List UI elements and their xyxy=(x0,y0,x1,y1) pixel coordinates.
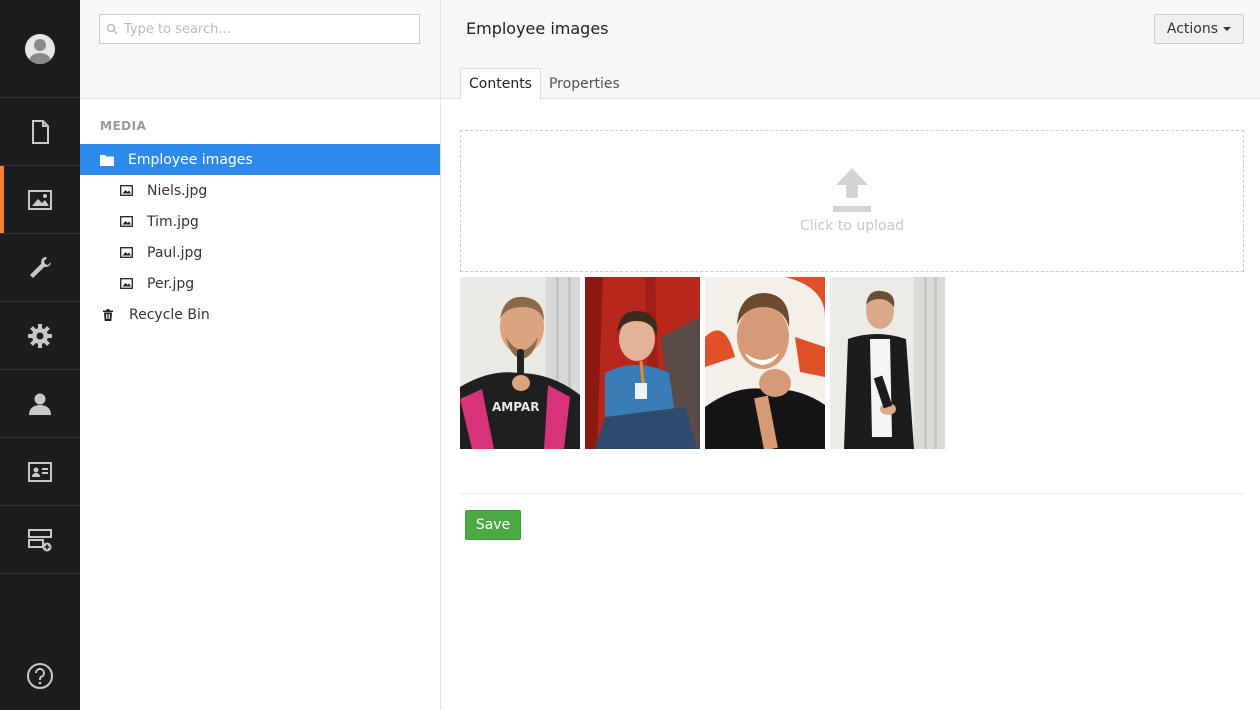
id-card-icon xyxy=(28,461,52,482)
user-icon xyxy=(29,393,51,415)
tree-section-title: MEDIA xyxy=(100,119,147,133)
help-icon xyxy=(27,663,53,689)
media-icon xyxy=(28,189,52,210)
photo-tim-image xyxy=(585,277,700,449)
section-media[interactable] xyxy=(0,166,80,234)
thumbnail-per[interactable] xyxy=(830,277,945,449)
section-members[interactable] xyxy=(0,438,80,506)
tab-contents[interactable]: Contents xyxy=(460,68,541,100)
tab-properties[interactable]: Properties xyxy=(541,68,628,99)
trash-icon xyxy=(103,308,113,321)
search-icon xyxy=(106,23,118,35)
upload-icon xyxy=(833,168,871,212)
tree-item-employee-images[interactable]: Employee images xyxy=(80,144,440,175)
folder-icon xyxy=(100,154,114,166)
search-input[interactable] xyxy=(124,21,404,37)
section-developer[interactable] xyxy=(0,302,80,370)
thumbnail-tim[interactable] xyxy=(585,277,700,449)
photo-per-image xyxy=(830,277,945,449)
svg-text:AMPAR: AMPAR xyxy=(492,400,539,414)
image-icon xyxy=(120,247,133,258)
forms-icon xyxy=(28,528,52,551)
tree-item-label: Employee images xyxy=(128,151,253,168)
photo-paul-image xyxy=(705,277,825,449)
tree-item-recycle-bin[interactable]: Recycle Bin xyxy=(80,299,440,330)
section-forms[interactable] xyxy=(0,506,80,574)
save-button[interactable]: Save xyxy=(465,510,521,540)
editor-header: Employee images Actions Contents Propert… xyxy=(441,0,1260,100)
search-box[interactable] xyxy=(99,14,420,44)
tree-item-label: Niels.jpg xyxy=(147,182,208,199)
photo-niels-image: AMPAR xyxy=(460,277,580,449)
wrench-icon xyxy=(30,256,51,278)
tree-item-per[interactable]: Per.jpg xyxy=(80,268,440,299)
section-content[interactable] xyxy=(0,98,80,166)
thumbnail-paul[interactable] xyxy=(705,277,825,449)
tree-item-label: Per.jpg xyxy=(147,275,195,292)
page-title: Employee images xyxy=(466,19,609,38)
upload-dropzone[interactable]: Click to upload xyxy=(460,130,1244,272)
tree-item-niels[interactable]: Niels.jpg xyxy=(80,175,440,206)
actions-button[interactable]: Actions xyxy=(1153,14,1244,44)
actions-label: Actions xyxy=(1166,21,1218,37)
user-avatar-area xyxy=(0,0,80,98)
tree-item-label: Paul.jpg xyxy=(147,244,203,261)
divider xyxy=(460,493,1244,494)
tree-item-label: Tim.jpg xyxy=(147,213,199,230)
tree-item-paul[interactable]: Paul.jpg xyxy=(80,237,440,268)
tree-item-label: Recycle Bin xyxy=(129,306,210,323)
media-editor: Employee images Actions Contents Propert… xyxy=(441,0,1260,710)
content-icon xyxy=(32,119,49,144)
caret-down-icon xyxy=(1223,27,1231,31)
tree-item-tim[interactable]: Tim.jpg xyxy=(80,206,440,237)
upload-label: Click to upload xyxy=(800,218,904,234)
tree-header xyxy=(80,0,440,99)
media-tree-panel: MEDIA Employee images Niels.jpg Tim.jpg … xyxy=(80,0,441,710)
avatar[interactable] xyxy=(25,33,55,64)
section-settings[interactable] xyxy=(0,234,80,302)
section-sidebar xyxy=(0,0,80,710)
thumbnail-niels[interactable]: AMPAR xyxy=(460,277,580,449)
image-icon xyxy=(120,216,133,227)
help-button[interactable] xyxy=(0,662,80,690)
editor-tabs: Contents Properties xyxy=(460,68,628,100)
gear-icon xyxy=(28,323,52,348)
image-icon xyxy=(120,185,133,196)
section-users[interactable] xyxy=(0,370,80,438)
image-icon xyxy=(120,278,133,289)
